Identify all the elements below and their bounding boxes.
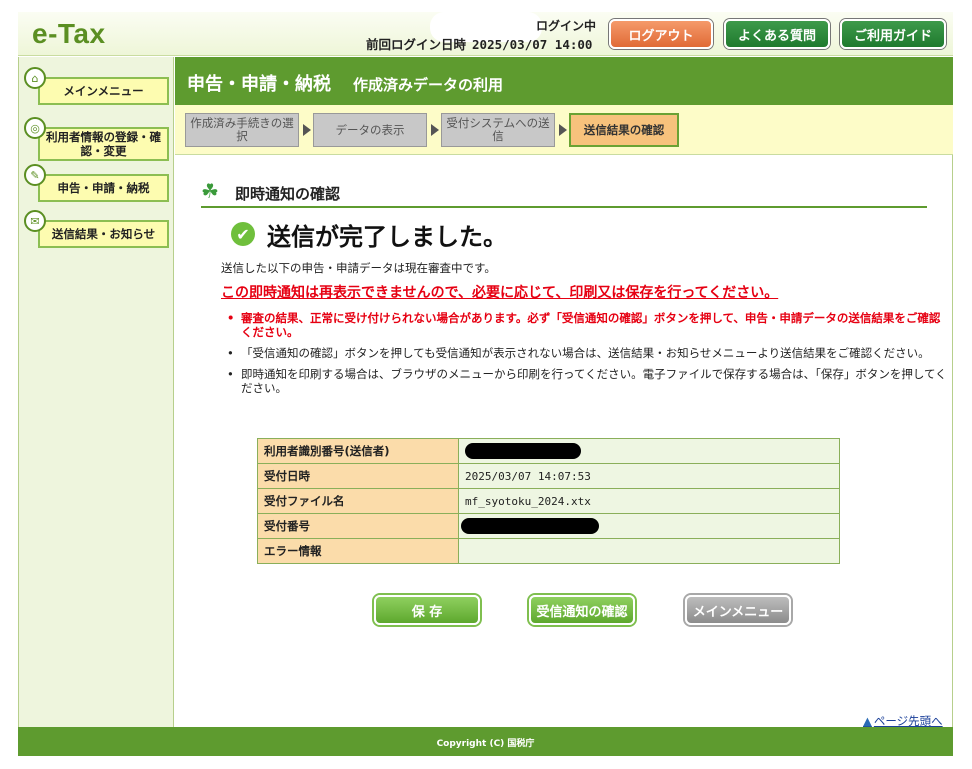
title-bar: 申告・申請・納税 作成済みデータの利用 [175, 57, 953, 105]
sidebar-item-user-info[interactable]: ◎ 利用者情報の登録・確認・変更 [24, 117, 169, 161]
page-top-label: ページ先頭へ [873, 714, 943, 728]
step-result-active: 送信結果の確認 [569, 113, 679, 147]
sidebar-item-label: 送信結果・お知らせ [38, 220, 169, 248]
page-title: 申告・申請・納税 [187, 74, 331, 95]
row-label: 利用者識別番号(送信者) [257, 438, 459, 464]
row-value [458, 538, 840, 564]
section-divider [201, 206, 927, 208]
receipt-table: 利用者識別番号(送信者) 受付日時 2025/03/07 14:07:53 受付… [257, 438, 840, 564]
sidebar-item-label: 申告・申請・納税 [38, 174, 169, 202]
table-row: 利用者識別番号(送信者) [257, 438, 840, 464]
step-select: 作成済み手続きの選択 [185, 113, 299, 147]
row-value-redacted [458, 438, 840, 464]
copyright: Copyright (C) 国税庁 [436, 739, 535, 749]
step-display: データの表示 [313, 113, 427, 147]
receipt-check-button[interactable]: 受信通知の確認 [529, 595, 635, 625]
main-content: 申告・申請・納税 作成済みデータの利用 作成済み手続きの選択 データの表示 受付… [175, 57, 953, 728]
redaction-mark [461, 518, 599, 534]
login-status: ログイン中 [536, 19, 597, 33]
last-login: 前回ログイン日時 2025/03/07 14:00 [366, 34, 592, 53]
row-value-redacted [458, 513, 840, 539]
footer: Copyright (C) 国税庁 [18, 727, 953, 756]
table-row: 受付日時 2025/03/07 14:07:53 [257, 463, 840, 489]
guide-button[interactable]: ご利用ガイド [840, 19, 946, 49]
step-arrow-icon [559, 124, 567, 136]
sidebar-item-results[interactable]: ✉ 送信結果・お知らせ [24, 210, 169, 248]
last-login-value: 2025/03/07 14:00 [472, 37, 593, 52]
page-subtitle: 作成済みデータの利用 [353, 76, 504, 94]
check-circle-icon: ✔ [231, 222, 255, 246]
row-label: 受付ファイル名 [257, 488, 459, 514]
row-label: 受付番号 [257, 513, 459, 539]
list-item: 審査の結果、正常に受け付けられない場合があります。必ず「受信通知の確認」ボタンを… [227, 311, 947, 339]
mail-icon: ✉ [24, 210, 46, 232]
clover-icon: ☘ [201, 179, 219, 203]
sidebar: ⌂ メインメニュー ◎ 利用者情報の登録・確認・変更 ✎ 申告・申請・納税 ✉ … [18, 57, 174, 727]
progress-steps: 作成済み手続きの選択 データの表示 受付システムへの送信 送信結果の確認 [175, 105, 953, 155]
list-item: 「受信通知の確認」ボタンを押しても受信通知が表示されない場合は、送信結果・お知ら… [227, 346, 947, 360]
completion-heading: 送信が完了しました。 [267, 223, 507, 251]
row-value: mf_syotoku_2024.xtx [458, 488, 840, 514]
sidebar-item-label: メインメニュー [38, 77, 169, 105]
notice-text: 送信した以下の申告・申請データは現在審査中です。 [221, 261, 496, 275]
table-row: 受付ファイル名 mf_syotoku_2024.xtx [257, 488, 840, 514]
etax-logo[interactable]: e-Tax [32, 18, 106, 50]
table-row: エラー情報 [257, 538, 840, 564]
step-send: 受付システムへの送信 [441, 113, 555, 147]
row-label: 受付日時 [257, 463, 459, 489]
logout-button[interactable]: ログアウト [609, 19, 713, 49]
row-value: 2025/03/07 14:07:53 [458, 463, 840, 489]
step-arrow-icon [431, 124, 439, 136]
last-login-label: 前回ログイン日時 [366, 37, 467, 52]
step-arrow-icon [303, 124, 311, 136]
sidebar-item-label: 利用者情報の登録・確認・変更 [38, 127, 169, 161]
row-label: エラー情報 [257, 538, 459, 564]
save-button[interactable]: 保 存 [374, 595, 480, 625]
table-row: 受付番号 [257, 513, 840, 539]
user-icon: ◎ [24, 117, 46, 139]
section-title: 即時通知の確認 [235, 185, 341, 203]
list-item: 即時通知を印刷する場合は、ブラウザのメニューから印刷を行ってください。電子ファイ… [227, 367, 947, 395]
home-icon: ⌂ [24, 67, 46, 89]
faq-button[interactable]: よくある質問 [724, 19, 830, 49]
redaction-mark [465, 443, 581, 459]
main-menu-button[interactable]: メインメニュー [685, 595, 791, 625]
header: e-Tax ログイン中 前回ログイン日時 2025/03/07 14:00 ログア… [18, 12, 953, 56]
arrow-up-icon: ▲ [863, 714, 872, 728]
page-frame: e-Tax ログイン中 前回ログイン日時 2025/03/07 14:00 ログア… [18, 12, 953, 756]
sidebar-item-filing[interactable]: ✎ 申告・申請・納税 [24, 164, 169, 202]
sidebar-item-main-menu[interactable]: ⌂ メインメニュー [24, 67, 169, 105]
warning-text: この即時通知は再表示できませんので、必要に応じて、印刷又は保存を行ってください。 [221, 285, 779, 301]
notice-list: 審査の結果、正常に受け付けられない場合があります。必ず「受信通知の確認」ボタンを… [227, 311, 947, 402]
document-icon: ✎ [24, 164, 46, 186]
